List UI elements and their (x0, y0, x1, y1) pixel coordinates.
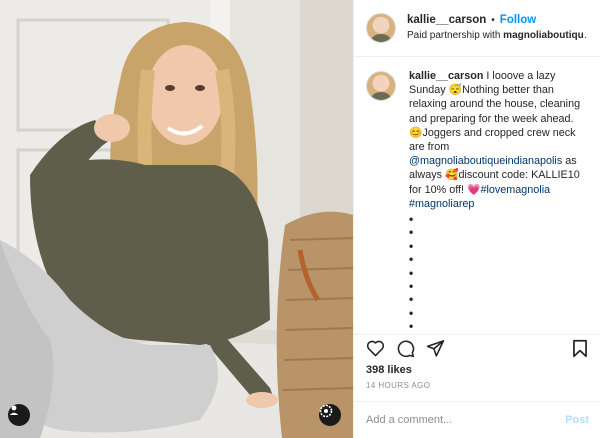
avatar[interactable] (366, 13, 396, 43)
caption-dots: • • • • • • • • • • • (409, 212, 589, 334)
post-photo[interactable] (0, 0, 353, 438)
caption-username[interactable]: kallie__carson (409, 70, 483, 82)
caption-dot: • (409, 305, 414, 320)
paid-partnership-prefix: Paid partnership with (407, 30, 504, 41)
paid-partnership-label: Paid partnership with magnoliaboutiquein… (407, 28, 588, 43)
post-timestamp[interactable]: 14 HOURS AGO (366, 381, 430, 390)
caption-dot: • (409, 279, 414, 294)
post-header: kallie__carson • Follow Paid partnership… (354, 0, 600, 57)
caption-avatar[interactable] (366, 71, 396, 101)
post-comment-button[interactable]: Post (565, 414, 589, 426)
mention-link[interactable]: @magnoliaboutiqueindianapolis (409, 155, 562, 167)
hashtag-link[interactable]: #lovemagnolia (480, 184, 550, 196)
bookmark-icon[interactable] (570, 338, 590, 358)
caption-dot: • (409, 238, 414, 253)
caption-dot: • (409, 319, 414, 334)
hearts-face-emoji: 🥰 (445, 169, 459, 182)
caption-dot: • (409, 265, 414, 280)
hashtag-link[interactable]: #magnoliarep (409, 198, 474, 210)
caption-text-3: Joggers and cropped crew neck are from (409, 126, 576, 154)
caption-dot: • (409, 252, 414, 267)
comment-icon[interactable] (395, 338, 415, 358)
header-text: kallie__carson • Follow Paid partnership… (407, 13, 588, 43)
photo-illustration (0, 0, 353, 438)
brand-badge-icon (319, 404, 341, 426)
smile-emoji: 😊 (409, 126, 423, 139)
caption-dot: • (409, 212, 414, 227)
likes-count[interactable]: 398 likes (366, 364, 412, 376)
comment-bar: Post (354, 401, 600, 438)
share-icon[interactable] (425, 338, 445, 358)
sleepy-emoji: 😴 (448, 84, 463, 97)
author-username[interactable]: kallie__carson (407, 13, 486, 28)
post-caption: kallie__carson I looove a lazy Sunday 😴N… (354, 57, 600, 335)
post-actions (354, 335, 600, 361)
person-tag-icon[interactable] (8, 404, 30, 426)
post-details-panel: kallie__carson • Follow Paid partnership… (353, 0, 600, 438)
caption-dot: • (409, 225, 414, 240)
header-separator: • (491, 15, 495, 26)
header-row: kallie__carson • Follow (407, 13, 588, 28)
comment-input[interactable] (366, 414, 566, 426)
partner-link[interactable]: magnoliaboutiquein... (503, 30, 588, 41)
caption-body: kallie__carson I looove a lazy Sunday 😴N… (409, 69, 589, 334)
pink-heart-emoji: 💗 (467, 183, 481, 196)
heart-icon[interactable] (365, 338, 385, 358)
follow-button[interactable]: Follow (500, 13, 536, 28)
caption-dot: • (409, 292, 414, 307)
instagram-post: kallie__carson • Follow Paid partnership… (0, 0, 600, 438)
